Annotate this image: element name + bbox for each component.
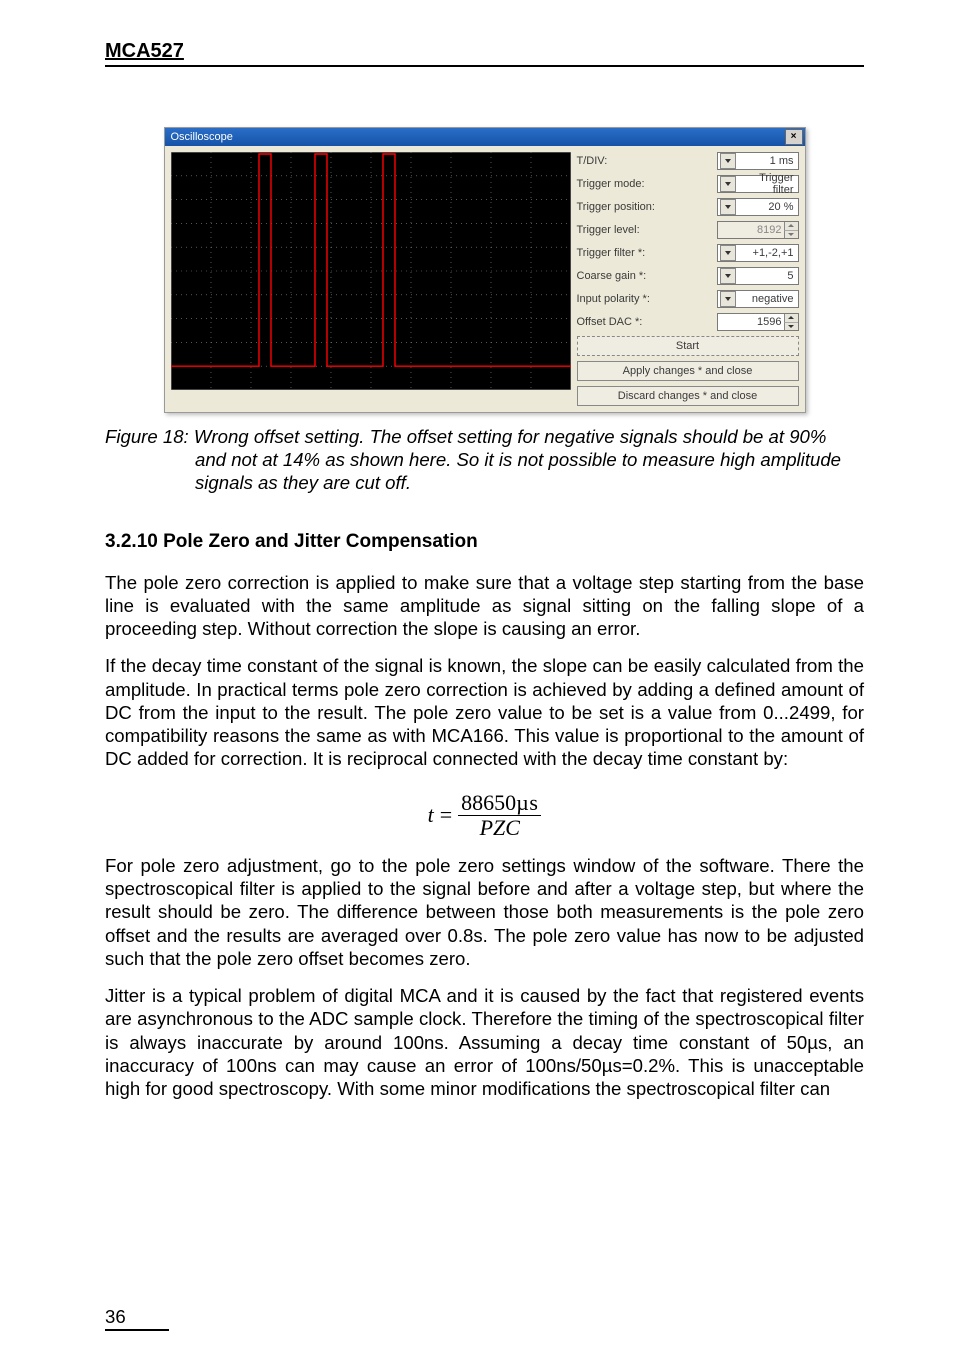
trigger-filter-select[interactable]: +1,-2,+1: [717, 244, 799, 262]
figure-caption-line3: signals as they are cut off.: [105, 471, 864, 494]
oscilloscope-canvas: [171, 152, 571, 390]
trigger-filter-row: Trigger filter *: +1,-2,+1: [577, 244, 799, 262]
trigger-mode-label: Trigger mode:: [577, 178, 713, 190]
trigger-level-spinner[interactable]: 8192: [717, 221, 799, 239]
chevron-down-icon: [720, 268, 736, 284]
chevron-down-icon[interactable]: [784, 230, 798, 239]
trigger-level-value: 8192: [718, 222, 784, 238]
coarse-gain-select[interactable]: 5: [717, 267, 799, 285]
trigger-filter-value: +1,-2,+1: [738, 247, 796, 259]
footer-rule: [105, 1329, 169, 1331]
page-header: MCA527: [105, 40, 864, 127]
chevron-down-icon[interactable]: [784, 322, 798, 331]
tdiv-label: T/DIV:: [577, 155, 713, 167]
tdiv-value: 1 ms: [738, 155, 796, 167]
chevron-down-icon: [720, 199, 736, 215]
trigger-level-row: Trigger level: 8192: [577, 221, 799, 239]
chevron-down-icon: [720, 176, 736, 192]
page-footer: 36: [105, 1268, 864, 1331]
input-polarity-value: negative: [738, 293, 796, 305]
trigger-level-label: Trigger level:: [577, 224, 713, 236]
paragraph-2: If the decay time constant of the signal…: [105, 654, 864, 770]
page-title: MCA527: [105, 40, 864, 63]
coarse-gain-label: Coarse gain *:: [577, 270, 713, 282]
start-button[interactable]: Start: [577, 336, 799, 356]
chevron-up-icon[interactable]: [784, 314, 798, 322]
oscilloscope-body: T/DIV: 1 ms Trigger mode: Trigger filter…: [165, 146, 805, 412]
trigger-position-row: Trigger position: 20 %: [577, 198, 799, 216]
offset-dac-spinner[interactable]: 1596: [717, 313, 799, 331]
close-button[interactable]: ×: [785, 129, 803, 145]
input-polarity-select[interactable]: negative: [717, 290, 799, 308]
oscilloscope-controls: T/DIV: 1 ms Trigger mode: Trigger filter…: [577, 152, 799, 406]
equation-denominator: PZC: [477, 816, 523, 840]
tdiv-select[interactable]: 1 ms: [717, 152, 799, 170]
oscilloscope-title: Oscilloscope: [171, 131, 785, 143]
input-polarity-row: Input polarity *: negative: [577, 290, 799, 308]
coarse-gain-row: Coarse gain *: 5: [577, 267, 799, 285]
paragraph-1: The pole zero correction is applied to m…: [105, 571, 864, 641]
tdiv-row: T/DIV: 1 ms: [577, 152, 799, 170]
offset-dac-row: Offset DAC *: 1596: [577, 313, 799, 331]
trigger-position-value: 20 %: [738, 201, 796, 213]
chevron-down-icon: [720, 245, 736, 261]
chevron-down-icon: [720, 291, 736, 307]
figure-caption: Figure 18: Wrong offset setting. The off…: [105, 425, 864, 495]
page-number: 36: [105, 1306, 126, 1327]
coarse-gain-value: 5: [738, 270, 796, 282]
figure-caption-line2: and not at 14% as shown here. So it is n…: [105, 448, 864, 471]
oscilloscope-titlebar: Oscilloscope ×: [165, 128, 805, 146]
equation-numerator-unit: µs: [516, 790, 538, 815]
input-polarity-label: Input polarity *:: [577, 293, 713, 305]
offset-dac-label: Offset DAC *:: [577, 316, 713, 328]
section-heading: 3.2.10 Pole Zero and Jitter Compensation: [105, 531, 864, 553]
trigger-position-select[interactable]: 20 %: [717, 198, 799, 216]
paragraph-3: For pole zero adjustment, go to the pole…: [105, 854, 864, 970]
figure-caption-line1: Figure 18: Wrong offset setting. The off…: [105, 426, 826, 447]
equation-lhs: t: [428, 802, 434, 828]
oscilloscope-grid: [171, 152, 571, 390]
equation-numerator-value: 88650: [461, 790, 516, 815]
chevron-up-icon[interactable]: [784, 222, 798, 230]
paragraph-4: Jitter is a typical problem of digital M…: [105, 984, 864, 1100]
trigger-mode-select[interactable]: Trigger filter: [717, 175, 799, 193]
oscilloscope-window: Oscilloscope × T/DIV: 1 ms Trigger mode:: [164, 127, 806, 413]
trigger-position-label: Trigger position:: [577, 201, 713, 213]
trigger-mode-row: Trigger mode: Trigger filter: [577, 175, 799, 193]
discard-close-button[interactable]: Discard changes * and close: [577, 386, 799, 406]
chevron-down-icon: [720, 153, 736, 169]
trigger-filter-label: Trigger filter *:: [577, 247, 713, 259]
equation: t = 88650µs PZC: [105, 791, 864, 840]
header-rule: [105, 65, 864, 67]
apply-close-button[interactable]: Apply changes * and close: [577, 361, 799, 381]
close-icon: ×: [791, 132, 797, 142]
spinner-buttons: [784, 314, 798, 330]
spinner-buttons: [784, 222, 798, 238]
offset-dac-value: 1596: [718, 314, 784, 330]
equation-fraction: 88650µs PZC: [458, 791, 541, 840]
trigger-mode-value: Trigger filter: [738, 172, 796, 196]
equals-sign: =: [440, 802, 452, 828]
